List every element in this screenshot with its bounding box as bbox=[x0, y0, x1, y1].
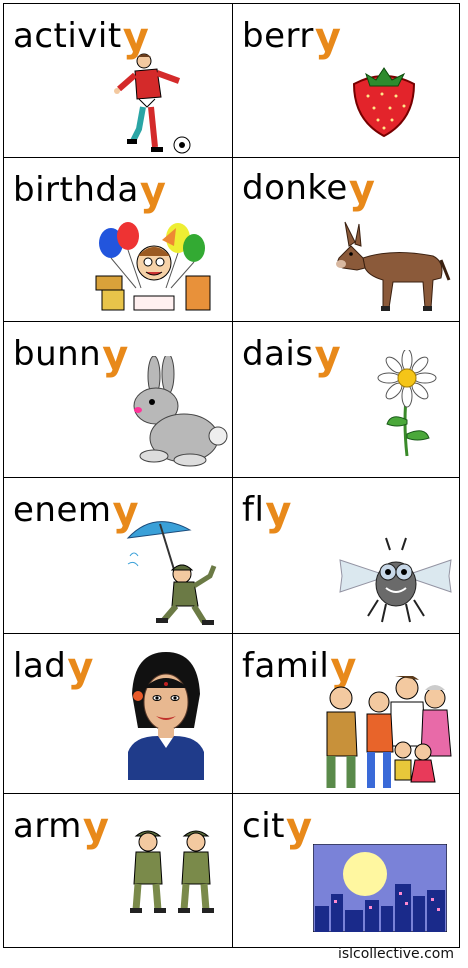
card-enemy: enemy bbox=[4, 478, 233, 634]
card-fly: fly bbox=[233, 478, 460, 634]
word-label: city bbox=[242, 805, 313, 851]
card-daisy: daisy bbox=[233, 322, 460, 478]
rabbit-icon bbox=[133, 356, 228, 467]
woman-portrait-icon bbox=[128, 652, 204, 780]
donkey-icon bbox=[336, 221, 451, 311]
flashcard-sheet: activity berry birthday donkey bunny dai… bbox=[3, 3, 460, 948]
card-family: family bbox=[233, 634, 460, 794]
card-berry: berry bbox=[233, 4, 460, 158]
card-bunny: bunny bbox=[4, 322, 233, 478]
card-army: army bbox=[4, 794, 233, 948]
card-lady: lady bbox=[4, 634, 233, 794]
card-city: city bbox=[233, 794, 460, 948]
word-label: fly bbox=[242, 489, 292, 535]
word-label: army bbox=[13, 805, 110, 851]
daisy-flower-icon bbox=[377, 350, 437, 457]
word-label: lady bbox=[13, 645, 94, 691]
word-label: donkey bbox=[242, 167, 376, 213]
word-label: enemy bbox=[13, 489, 140, 535]
city-skyline-icon bbox=[313, 844, 447, 932]
strawberry-icon bbox=[352, 67, 416, 138]
fly-insect-icon bbox=[339, 537, 452, 623]
two-soldiers-icon bbox=[130, 830, 214, 913]
card-activity: activity bbox=[4, 4, 233, 158]
card-birthday: birthday bbox=[4, 158, 233, 322]
card-donkey: donkey bbox=[233, 158, 460, 322]
word-label: daisy bbox=[242, 333, 342, 379]
word-label: bunny bbox=[13, 333, 129, 379]
birthday-boy-icon bbox=[95, 222, 211, 311]
word-label: berry bbox=[242, 15, 342, 61]
family-group-icon bbox=[326, 676, 452, 788]
soldier-with-umbrella-icon bbox=[126, 521, 217, 625]
watermark-text: islcollective.com bbox=[337, 946, 454, 962]
word-label: birthday bbox=[13, 169, 167, 215]
boy-kicking-ball-icon bbox=[114, 53, 191, 154]
